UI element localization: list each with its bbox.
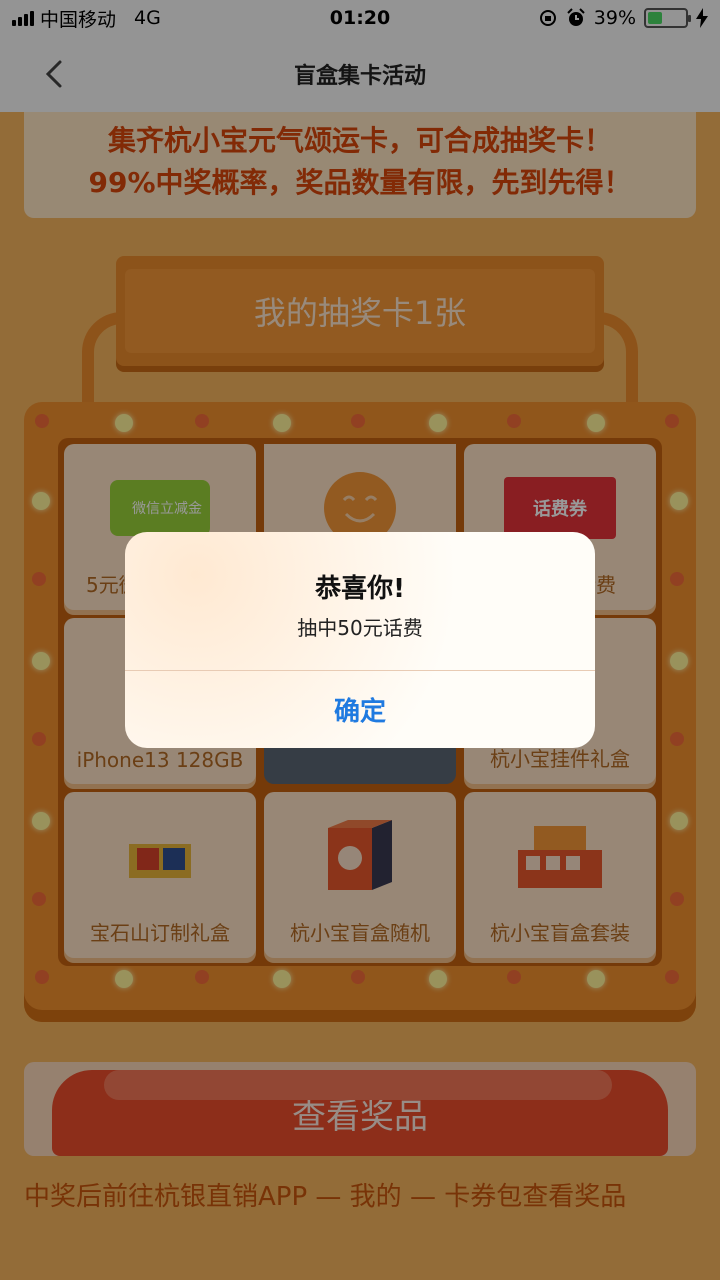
congrats-dialog: 恭喜你! 抽中50元话费 确定 <box>125 532 595 748</box>
dialog-message: 抽中50元话费 <box>297 616 423 640</box>
confirm-button[interactable]: 确定 <box>125 671 595 748</box>
dialog-title: 恭喜你! <box>315 574 405 604</box>
